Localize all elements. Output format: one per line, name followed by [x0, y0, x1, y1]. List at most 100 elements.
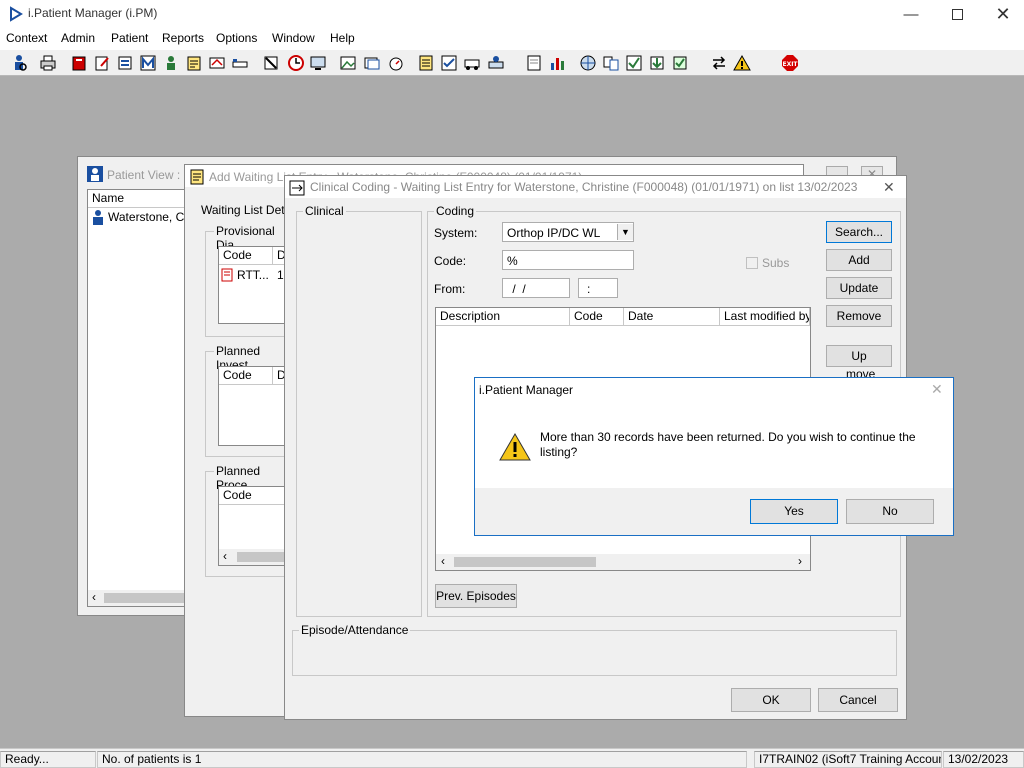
menu-reports[interactable]: Reports [162, 31, 204, 45]
checklist-button[interactable] [439, 53, 459, 73]
from-time-input[interactable]: : [578, 278, 618, 298]
menu-window[interactable]: Window [272, 31, 315, 45]
search-button[interactable]: Search... [826, 221, 892, 243]
move-up-button[interactable]: Up [826, 345, 892, 367]
subs-checkbox[interactable] [746, 257, 758, 269]
close-icon: ✕ [995, 3, 1011, 24]
cancel-button[interactable]: Cancel [818, 688, 898, 712]
image-button[interactable] [338, 53, 358, 73]
row-d: 1 [277, 268, 284, 282]
scroll-thumb[interactable] [454, 557, 596, 567]
coding-window-icon [289, 180, 305, 196]
print-button[interactable] [38, 53, 58, 73]
document-edit-button[interactable] [92, 53, 112, 73]
column-code[interactable]: Code [570, 308, 624, 326]
menu-help[interactable]: Help [330, 31, 355, 45]
close-icon: ✕ [883, 179, 895, 195]
alert-button[interactable] [732, 53, 752, 73]
import-button[interactable] [647, 53, 667, 73]
letters-icon [364, 57, 380, 70]
clinical-label: Clinical [303, 204, 346, 218]
no-button[interactable]: No [846, 499, 934, 524]
waiting-list-details-tab[interactable]: Waiting List Detai [201, 203, 294, 217]
remove-button[interactable]: Remove [826, 305, 892, 327]
column-last-modified[interactable]: Last modified by [720, 308, 810, 326]
minimize-icon: — [903, 5, 919, 23]
status-account: I7TRAIN02 (iSoft7 Training Account) [754, 751, 942, 768]
rtt-icon [221, 268, 233, 282]
from-label: From: [434, 282, 466, 296]
prev-episodes-button[interactable]: Prev. Episodes [435, 584, 517, 608]
update-button[interactable]: Update [826, 277, 892, 299]
code-input[interactable]: % [502, 250, 634, 270]
coding-results-hscrollbar[interactable]: ‹ › [436, 554, 810, 570]
maximize-button[interactable] [934, 0, 980, 28]
clinical-group: Clinical [296, 204, 422, 617]
column-code[interactable]: Code [219, 247, 273, 265]
patient-search-button[interactable] [9, 53, 29, 73]
chevron-down-icon[interactable]: ▼ [617, 224, 633, 240]
column-code[interactable]: Code [219, 367, 273, 385]
subs-label: Subs [762, 256, 790, 270]
yes-button[interactable]: Yes [750, 499, 838, 524]
mail-merge-button[interactable] [138, 53, 158, 73]
clinical-coding-title: Clinical Coding - Waiting List Entry for… [310, 180, 858, 194]
from-date-input[interactable]: / / [502, 278, 570, 298]
clinician-button[interactable] [161, 53, 181, 73]
network-button[interactable] [578, 53, 598, 73]
referral-button[interactable] [207, 53, 227, 73]
clinical-coding-close-button[interactable]: ✕ [883, 179, 899, 195]
patient-name: Waterstone, Chr [108, 210, 195, 224]
dialog-close-button[interactable]: ✕ [931, 381, 943, 398]
clock-icon [288, 55, 304, 71]
scroll-left-icon: ‹ [441, 554, 445, 568]
notes-button[interactable] [184, 53, 204, 73]
dialog-button-bar: Yes No [475, 488, 953, 535]
theatre-button[interactable] [486, 53, 506, 73]
monitor-button[interactable] [308, 53, 328, 73]
provisional-diagnosis-group: Provisional Dia Code D RTT... 1 [205, 224, 297, 337]
scroll-thumb[interactable] [104, 593, 184, 603]
compare-button[interactable] [601, 53, 621, 73]
patient-list-header-name[interactable]: Name [88, 190, 186, 208]
menu-admin[interactable]: Admin [61, 31, 95, 45]
clinical-coding-titlebar: Clinical Coding - Waiting List Entry for… [285, 176, 906, 198]
stopwatch-icon [389, 57, 403, 71]
add-button[interactable]: Add [826, 249, 892, 271]
column-description[interactable]: Description [436, 308, 570, 326]
system-select[interactable]: Orthop IP/DC WL ▼ [502, 222, 634, 242]
admission-button[interactable] [230, 53, 250, 73]
patient-list-hscrollbar[interactable]: ‹ [88, 590, 186, 606]
import-icon [650, 56, 664, 70]
column-date[interactable]: Date [624, 308, 720, 326]
new-document-button[interactable] [524, 53, 544, 73]
warning-icon [733, 54, 751, 71]
ok-button[interactable]: OK [731, 688, 811, 712]
close-app-button[interactable]: ✕ [980, 0, 1024, 28]
transfer-button[interactable] [709, 53, 729, 73]
book-button[interactable] [69, 53, 89, 73]
scroll-right-icon: › [798, 554, 802, 568]
form-button[interactable] [115, 53, 135, 73]
transport-button[interactable] [462, 53, 482, 73]
validate-icon [673, 56, 687, 70]
clock-button[interactable] [286, 53, 306, 73]
timer-button[interactable] [386, 53, 406, 73]
menu-patient[interactable]: Patient [111, 31, 148, 45]
list-button[interactable] [416, 53, 436, 73]
code-label: Code: [434, 254, 467, 268]
validate-button[interactable] [670, 53, 690, 73]
list-item[interactable]: Waterstone, Chr [90, 209, 195, 225]
status-ready: Ready... [0, 751, 96, 768]
m-letter-icon [140, 55, 156, 71]
system-value: Orthop IP/DC WL [507, 226, 601, 240]
minimize-button[interactable]: — [888, 0, 934, 28]
tools-button[interactable] [261, 53, 281, 73]
exit-button[interactable]: EXIT [780, 53, 800, 73]
menu-context[interactable]: Context [6, 31, 47, 45]
statistics-button[interactable] [547, 53, 567, 73]
menu-options[interactable]: Options [216, 31, 257, 45]
approve-button[interactable] [624, 53, 644, 73]
patient-list: Name Waterstone, Chr ‹ [87, 189, 195, 607]
letters-button[interactable] [362, 53, 382, 73]
